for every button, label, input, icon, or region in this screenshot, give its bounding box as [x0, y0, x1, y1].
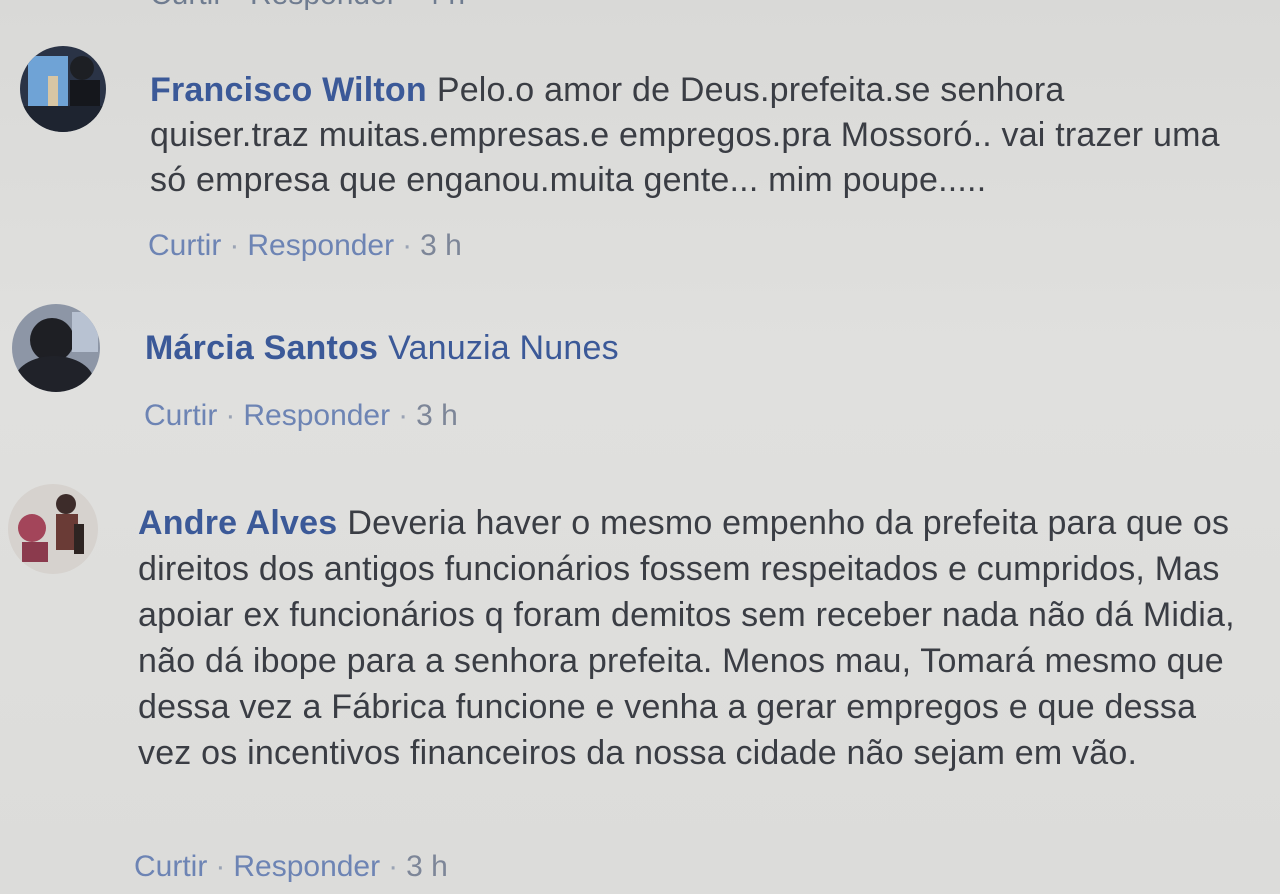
like-link[interactable]: Curtir: [148, 229, 221, 262]
comment-author[interactable]: Andre Alves: [138, 504, 337, 542]
reply-link[interactable]: Responder: [247, 229, 394, 262]
profile-photo-icon: [20, 46, 106, 132]
separator-dot: ·: [215, 850, 226, 883]
comment-actions: Curtir · Responder · 3 h: [134, 850, 448, 884]
comment-body: Márcia Santos Vanuzia Nunes: [145, 326, 1225, 371]
comment-actions: Curtir · Responder · 3 h: [148, 229, 462, 263]
like-link[interactable]: Curtir: [134, 850, 207, 883]
separator-dot: ·: [402, 229, 413, 262]
mentioned-user[interactable]: Vanuzia Nunes: [388, 329, 619, 367]
comment-author[interactable]: Márcia Santos: [145, 329, 378, 367]
profile-photo-icon: [8, 484, 98, 574]
previous-comment-actions: Curtir · Responder · 4 h: [150, 0, 465, 12]
comment-body: Andre Alves Deveria haver o mesmo empenho…: [138, 500, 1248, 776]
reply-link[interactable]: Responder: [233, 850, 380, 883]
separator-dot: ·: [225, 399, 236, 432]
avatar[interactable]: [20, 46, 106, 132]
timestamp[interactable]: 3 h: [420, 229, 462, 262]
comment-body: Francisco Wilton Pelo.o amor de Deus.pref…: [150, 68, 1230, 203]
separator-dot: ·: [388, 850, 399, 883]
avatar[interactable]: [8, 484, 98, 574]
separator-dot: ·: [229, 229, 240, 262]
timestamp[interactable]: 3 h: [406, 850, 448, 883]
comment-text: Deveria haver o mesmo empenho da prefeit…: [138, 504, 1235, 772]
profile-photo-icon: [12, 304, 100, 392]
like-link[interactable]: Curtir: [144, 399, 217, 432]
comment-author[interactable]: Francisco Wilton: [150, 71, 427, 109]
timestamp[interactable]: 3 h: [416, 399, 458, 432]
reply-link[interactable]: Responder: [243, 399, 390, 432]
separator-dot: ·: [398, 399, 409, 432]
avatar[interactable]: [12, 304, 100, 392]
comment-actions: Curtir · Responder · 3 h: [144, 399, 458, 433]
